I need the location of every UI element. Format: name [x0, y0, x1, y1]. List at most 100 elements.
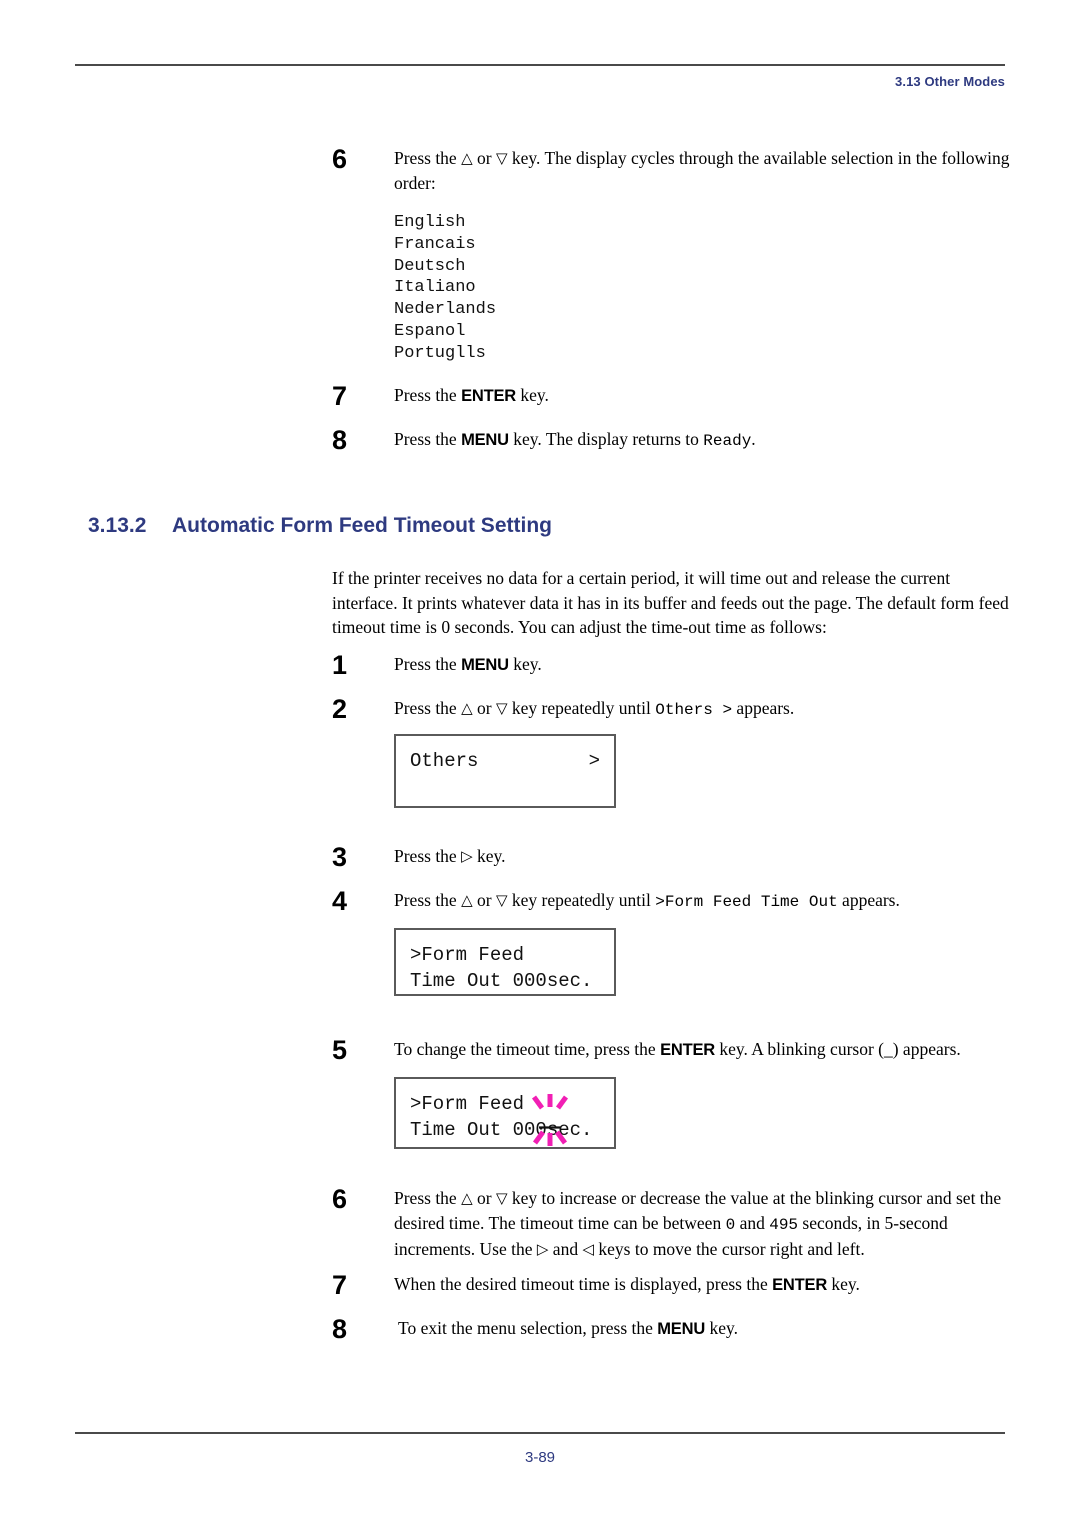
triangle-up-icon: △ [461, 149, 473, 167]
step-number: 7 [332, 1270, 348, 1300]
lcd-line-1: >Form Feed [410, 1093, 525, 1115]
step-text-part: key repeatedly until [507, 698, 656, 718]
display-value: >Form Feed Time Out [655, 893, 838, 911]
step-text: Press the △ or ▽ key repeatedly until >F… [394, 888, 1012, 914]
list-item: English [394, 213, 466, 232]
step-4: 4 Press the △ or ▽ key repeatedly until … [332, 888, 1012, 915]
menu-key-label: MENU [461, 656, 509, 674]
triangle-right-icon: ▷ [536, 1240, 549, 1258]
triangle-down-icon: ▽ [495, 699, 508, 717]
lcd-line-1: >Form Feed [410, 944, 525, 966]
step-text-part: . [751, 429, 756, 449]
step-text-part: appears. [732, 698, 795, 718]
step-text-part: appears. [837, 890, 900, 910]
footer-rule [75, 1432, 1005, 1434]
step-7-top: 7 Press the ENTER key. [332, 383, 1012, 410]
step-text-part: and [735, 1213, 770, 1233]
step-text-part: key. The display returns to [508, 429, 704, 449]
list-item: Portuglls [394, 343, 486, 363]
step-text-part: or [472, 148, 496, 168]
step-text-part: When the desired timeout time is display… [394, 1274, 773, 1294]
step-text-part: key. [705, 1318, 738, 1338]
intro-paragraph: If the printer receives no data for a ce… [332, 568, 1009, 637]
step-text: Press the ▷ key. [394, 844, 1012, 869]
step-number: 5 [332, 1035, 348, 1065]
lcd-line-1: Others > [410, 748, 600, 774]
step-text-part: Press the [394, 385, 462, 405]
step-text-part: key. [827, 1274, 860, 1294]
list-item: Nederlands [394, 300, 497, 320]
language-list: English Francais Deutsch Italiano Nederl… [394, 212, 496, 365]
step-text: To exit the menu selection, press the ME… [398, 1316, 1012, 1341]
step-6: 6 Press the △ or ▽ key to increase or de… [332, 1186, 1012, 1262]
step-text-part: or [472, 698, 496, 718]
lcd-panel-others: Others > [394, 734, 616, 808]
step-number: 8 [332, 425, 348, 455]
list-item: Deutsch [394, 256, 466, 276]
step-text-part: Press the [394, 1188, 462, 1208]
section-number: 3.13.2 [88, 514, 147, 537]
lcd-line-2 [410, 774, 600, 800]
triangle-down-icon: ▽ [495, 1189, 508, 1207]
menu-key-label: MENU [461, 431, 509, 449]
step-text-part: Press the [394, 148, 462, 168]
step-text: Press the ENTER key. [394, 383, 1012, 408]
lcd-panel-form-feed: >Form Feed Time Out 000sec. [394, 928, 616, 996]
triangle-up-icon: △ [461, 699, 473, 717]
step-text-part: Press the [394, 698, 462, 718]
step-text-part: key. [472, 846, 506, 866]
triangle-up-icon: △ [461, 1189, 473, 1207]
triangle-left-icon: ◁ [582, 1240, 594, 1258]
step-text-part: and [548, 1239, 583, 1259]
step-5: 5 To change the timeout time, press the … [332, 1035, 1012, 1065]
step-number: 6 [332, 144, 348, 174]
display-value: Others > [655, 701, 733, 719]
step-2: 2 Press the △ or ▽ key repeatedly until … [332, 696, 1012, 723]
step-8: 8 To exit the menu selection, press the … [332, 1314, 1012, 1344]
step-text-part: Press the [394, 890, 462, 910]
step-text: When the desired timeout time is display… [394, 1272, 1012, 1297]
section-title: Automatic Form Feed Timeout Setting [172, 514, 552, 537]
step-text: Press the MENU key. [394, 652, 1012, 677]
display-value: Ready [703, 432, 752, 450]
step-text: To change the timeout time, press the EN… [394, 1037, 1012, 1062]
list-item: Italiano [394, 278, 476, 298]
list-item: Francais [394, 234, 476, 254]
step-8-top: 8 Press the MENU key. The display return… [332, 425, 1012, 455]
step-number: 6 [332, 1184, 348, 1214]
step-6-top: 6 Press the △ or ▽ key. The display cycl… [332, 146, 1012, 195]
step-number: 1 [332, 650, 348, 680]
step-text-part: key. [516, 385, 549, 405]
step-text-part: or [472, 890, 496, 910]
enter-key-label: ENTER [461, 387, 516, 405]
step-number: 8 [332, 1314, 348, 1344]
step-text: Press the △ or ▽ key. The display cycles… [394, 146, 1012, 195]
step-text: Press the △ or ▽ key repeatedly until Ot… [394, 696, 1012, 722]
enter-key-label: ENTER [772, 1276, 828, 1294]
timeout-max-value: 495 [769, 1216, 799, 1234]
step-text-part: key. A blinking cursor (_) appears. [715, 1039, 961, 1059]
running-head: 3.13 Other Modes [895, 74, 1005, 89]
list-item: Espanol [394, 321, 466, 341]
document-page: 3.13 Other Modes 6 Press the △ or ▽ key.… [0, 0, 1080, 1528]
step-text-part: Press the [394, 429, 462, 449]
step-text-part: To exit the menu selection, press the [398, 1318, 658, 1338]
triangle-down-icon: ▽ [495, 149, 508, 167]
step-text-part: Press the [394, 846, 462, 866]
step-text-part: or [472, 1188, 496, 1208]
lcd-menu-label: Others [410, 750, 479, 772]
step-text: Press the MENU key. The display returns … [394, 427, 1012, 453]
triangle-right-icon: ▷ [461, 847, 473, 865]
timeout-min-value: 0 [725, 1216, 736, 1234]
triangle-up-icon: △ [461, 891, 473, 909]
step-1: 1 Press the MENU key. [332, 650, 1012, 680]
menu-key-label: MENU [657, 1320, 706, 1338]
step-text-part: key repeatedly until [507, 890, 656, 910]
header-rule [75, 64, 1005, 66]
step-text-part: To change the timeout time, press the [394, 1039, 661, 1059]
page-number: 3-89 [524, 1449, 556, 1466]
section-heading: 3.13.2 Automatic Form Feed Timeout Settin… [88, 514, 552, 538]
step-number: 3 [332, 842, 348, 872]
lcd-line-2: Time Out 000sec. [410, 970, 593, 992]
lcd-submenu-arrow: > [588, 750, 600, 772]
